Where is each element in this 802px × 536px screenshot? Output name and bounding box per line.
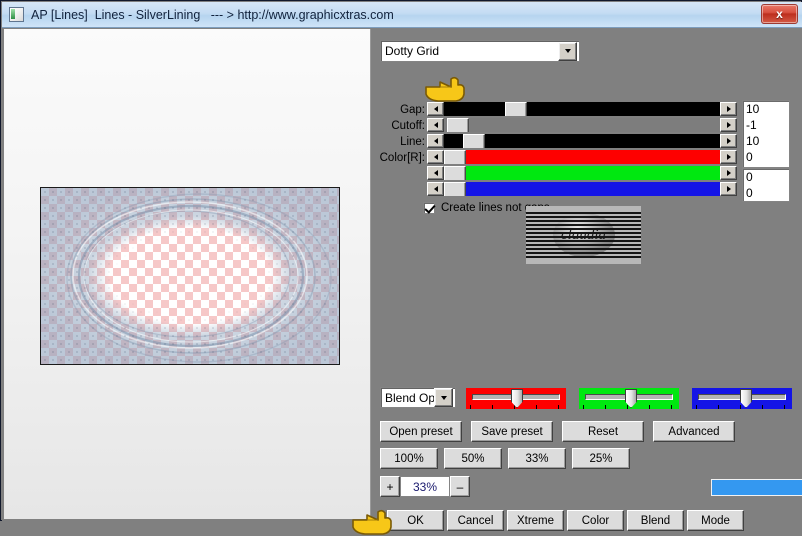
window-body: Dotty Grid Gap: Cutoff: Line: Color[R]: … [2,28,802,535]
open-preset-button[interactable]: Open preset [380,421,462,442]
trackbar-ticks [696,405,788,409]
value-line[interactable]: 10 [743,133,789,149]
slider-increment-icon[interactable] [720,102,737,116]
zoom-decrease-button[interactable]: – [450,476,470,497]
slider-increment-icon[interactable] [720,150,737,164]
zoom-level-value[interactable]: 33% [400,476,450,497]
slider-label-line: Line: [400,136,425,148]
slider-increment-icon[interactable] [720,182,737,196]
slider-label-gap: Gap: [400,104,425,116]
reset-button[interactable]: Reset [562,421,644,442]
chevron-down-icon[interactable] [434,388,453,407]
application-window: AP [Lines] Lines - SilverLining --- > ht… [0,0,802,535]
slider-track[interactable] [444,150,720,164]
color-swatch[interactable] [711,479,802,496]
slider-increment-icon[interactable] [720,166,737,180]
slider-decrement-icon[interactable] [427,182,444,196]
chevron-down-icon[interactable] [558,41,577,61]
slider-color-blue[interactable] [427,182,737,196]
hand-cursor-preset [424,73,470,103]
value-cutoff[interactable]: -1 [743,117,789,133]
slider-track[interactable] [444,134,720,148]
slider-decrement-icon[interactable] [427,102,444,116]
slider-color-red[interactable] [427,150,737,164]
slider-color-green[interactable] [427,166,737,180]
zoom-100-button[interactable]: 100% [380,448,438,469]
value-box-group-2[interactable]: 0 0 [742,168,790,202]
zoom-50-button[interactable]: 50% [444,448,502,469]
close-button[interactable]: x [761,4,798,24]
blend-options-value: Blend Opti [385,390,434,405]
preview-pane [4,29,371,519]
preview-thumbnail: claudia [526,206,641,264]
checkbox-check-icon[interactable] [423,202,435,214]
value-blue[interactable]: 0 [743,185,789,201]
zoom-33-button[interactable]: 33% [508,448,566,469]
zoom-increase-button[interactable]: + [380,476,400,497]
window-title: AP [Lines] Lines - SilverLining --- > ht… [31,7,394,22]
save-preset-button[interactable]: Save preset [471,421,553,442]
slider-track[interactable] [444,166,720,180]
slider-increment-icon[interactable] [720,134,737,148]
trackbar-blue[interactable] [692,388,792,409]
slider-increment-icon[interactable] [720,118,737,132]
preset-dropdown[interactable]: Dotty Grid [380,40,580,62]
slider-decrement-icon[interactable] [427,150,444,164]
trackbar-red[interactable] [466,388,566,409]
blend-options-dropdown[interactable]: Blend Opti [380,387,456,408]
slider-track[interactable] [444,102,720,116]
slider-gap[interactable] [427,102,737,116]
preview-stripes-overlay [526,212,641,258]
app-icon [9,7,24,22]
slider-decrement-icon[interactable] [427,118,444,132]
hand-cursor-ok [351,506,397,536]
slider-decrement-icon[interactable] [427,166,444,180]
title-bar: AP [Lines] Lines - SilverLining --- > ht… [2,2,802,28]
value-green[interactable]: 0 [743,169,789,185]
trackbar-green[interactable] [579,388,679,409]
slider-line[interactable] [427,134,737,148]
value-red[interactable]: 0 [743,149,789,165]
zoom-25-button[interactable]: 25% [572,448,630,469]
slider-label-color-r: Color[R]: [379,152,425,164]
value-gap[interactable]: 10 [743,101,789,117]
slider-track[interactable] [444,182,720,196]
advanced-button[interactable]: Advanced [653,421,735,442]
image-canvas[interactable] [40,187,340,365]
zoom-stepper[interactable]: + 33% – [380,476,470,497]
preset-dropdown-value: Dotty Grid [385,44,440,58]
slider-label-cutoff: Cutoff: [391,120,425,132]
slider-cutoff[interactable] [427,118,737,132]
value-box-group-1[interactable]: 10 -1 10 0 [742,100,790,168]
slider-track[interactable] [444,118,720,132]
controls-pane: Dotty Grid Gap: Cutoff: Line: Color[R]: … [352,29,802,535]
slider-decrement-icon[interactable] [427,134,444,148]
dotty-grid-overlay [41,188,339,364]
